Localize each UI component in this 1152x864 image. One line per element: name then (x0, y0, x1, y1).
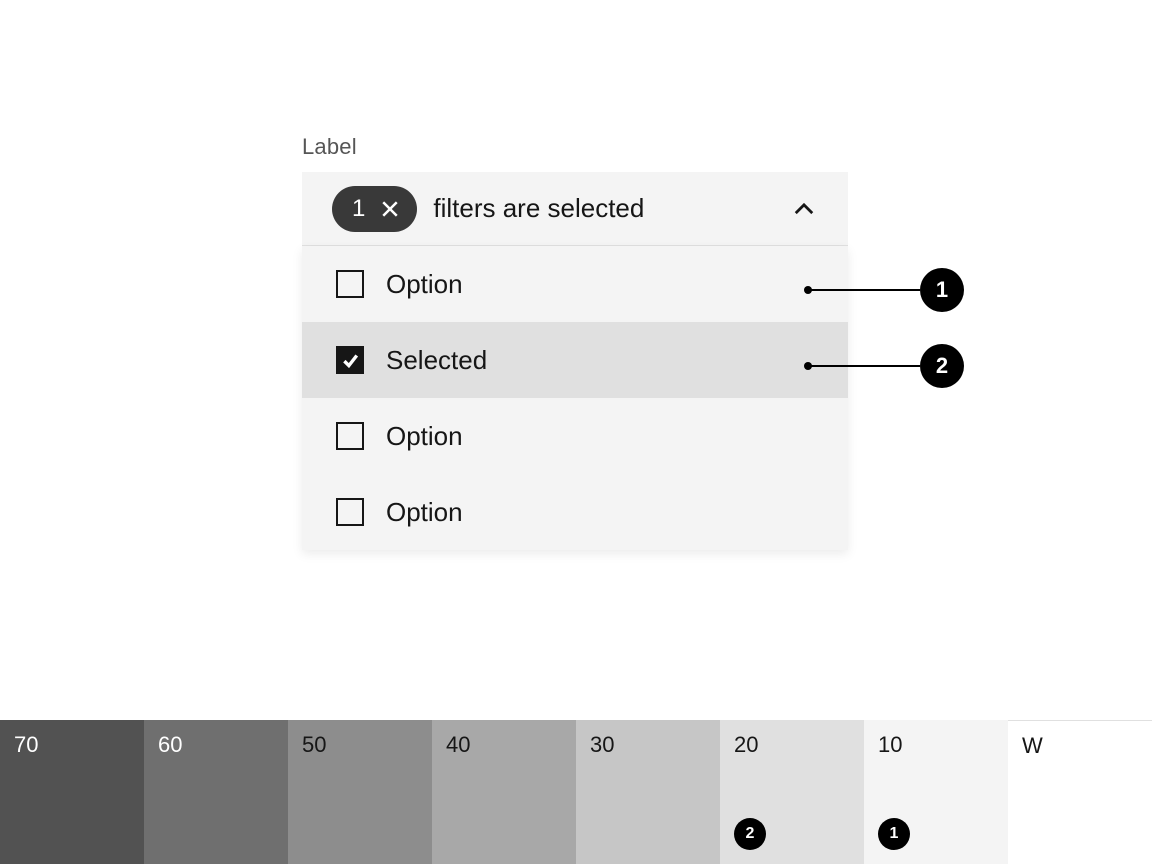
multiselect-option[interactable]: Option (302, 246, 848, 322)
swatch-label: 50 (302, 732, 326, 758)
swatch-w: W (1008, 720, 1152, 864)
checkbox-icon[interactable] (336, 498, 364, 526)
swatch-60: 60 (144, 720, 288, 864)
checkbox-checked-icon[interactable] (336, 346, 364, 374)
checkbox-icon[interactable] (336, 422, 364, 450)
swatch-annotation-badge: 2 (734, 818, 766, 850)
multiselect: Label 1 filters are selected Option Sele… (302, 134, 848, 550)
swatch-label: 20 (734, 732, 758, 758)
multiselect-option[interactable]: Option (302, 398, 848, 474)
multiselect-summary: filters are selected (433, 193, 790, 224)
option-label: Option (386, 269, 463, 300)
selection-tag[interactable]: 1 (332, 186, 417, 232)
swatch-10: 10 1 (864, 720, 1008, 864)
swatch-40: 40 (432, 720, 576, 864)
swatch-30: 30 (576, 720, 720, 864)
multiselect-option[interactable]: Option (302, 474, 848, 550)
annotation-line (808, 289, 920, 291)
swatch-label: 70 (14, 732, 38, 758)
option-label: Selected (386, 345, 487, 376)
swatch-label: 60 (158, 732, 182, 758)
swatch-label: W (1022, 733, 1043, 759)
multiselect-label: Label (302, 134, 848, 160)
selection-count: 1 (352, 195, 365, 223)
annotation-line (808, 365, 920, 367)
swatch-label: 10 (878, 732, 902, 758)
swatch-label: 40 (446, 732, 470, 758)
multiselect-menu: Option Selected Option Option (302, 246, 848, 550)
option-label: Option (386, 421, 463, 452)
swatch-label: 30 (590, 732, 614, 758)
annotation-badge-1: 1 (920, 268, 964, 312)
checkbox-icon[interactable] (336, 270, 364, 298)
chevron-up-icon[interactable] (790, 195, 818, 223)
swatch-50: 50 (288, 720, 432, 864)
swatch-70: 70 (0, 720, 144, 864)
multiselect-field[interactable]: 1 filters are selected (302, 172, 848, 246)
option-label: Option (386, 497, 463, 528)
close-icon[interactable] (379, 198, 401, 220)
swatch-20: 20 2 (720, 720, 864, 864)
swatch-annotation-badge: 1 (878, 818, 910, 850)
annotation-badge-2: 2 (920, 344, 964, 388)
palette-strip: 70 60 50 40 30 20 2 10 1 W (0, 720, 1152, 864)
multiselect-option-selected[interactable]: Selected (302, 322, 848, 398)
